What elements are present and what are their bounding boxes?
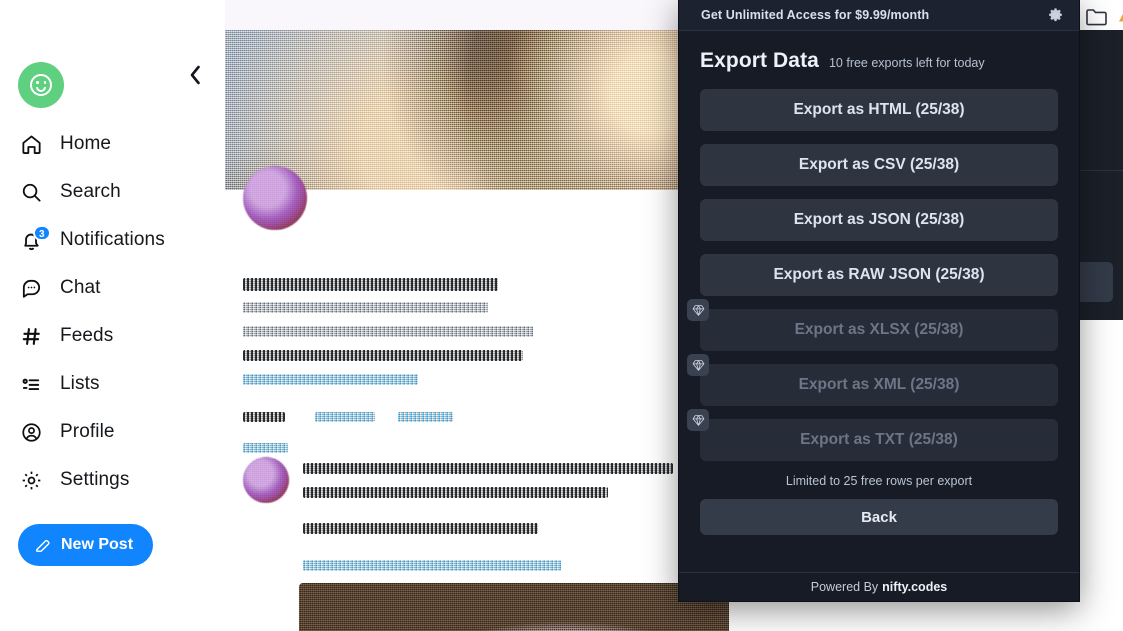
- screen: elp Export Li ew: [0, 0, 1123, 631]
- post-link-text[interactable]: [243, 374, 418, 385]
- sidebar-nav: Home Search 3 Notifications Chat Feeds L…: [0, 120, 225, 504]
- post-link-text[interactable]: [303, 560, 561, 571]
- export-button-label: Export as JSON (25/38): [793, 211, 965, 228]
- bell-icon: 3: [18, 225, 51, 253]
- post-body-text: [303, 463, 673, 474]
- sidebar-header: [18, 62, 208, 108]
- page-title: Export Data: [700, 49, 819, 72]
- gear-icon: [18, 467, 44, 493]
- export-json-button[interactable]: Export as JSON (25/38): [700, 199, 1058, 241]
- sidebar-item-profile[interactable]: Profile: [0, 408, 225, 456]
- new-post-button[interactable]: New Post: [18, 524, 154, 566]
- upgrade-banner-label[interactable]: Get Unlimited Access for $9.99/month: [701, 8, 929, 22]
- chat-bubble-icon: [18, 275, 44, 301]
- export-xml-button: Export as XML (25/38): [687, 354, 1058, 406]
- sidebar-item-label: Search: [60, 181, 121, 202]
- popup-header: Get Unlimited Access for $9.99/month: [679, 0, 1079, 31]
- new-post-label: New Post: [61, 536, 134, 553]
- post-meta-text: [315, 412, 375, 422]
- export-txt-button: Export as TXT (25/38): [687, 409, 1058, 461]
- hash-icon: [18, 323, 44, 349]
- sidebar-item-notifications[interactable]: 3 Notifications: [0, 216, 225, 264]
- post-avatar[interactable]: [243, 457, 289, 503]
- post-body-text: [243, 326, 533, 337]
- post-link-text[interactable]: [243, 443, 288, 453]
- free-exports-note: 10 free exports left for today: [828, 56, 985, 70]
- notification-badge: 3: [33, 225, 51, 241]
- export-raw-json-button[interactable]: Export as RAW JSON (25/38): [700, 254, 1058, 296]
- folder-icon[interactable]: [1086, 8, 1108, 31]
- sidebar: Home Search 3 Notifications Chat Feeds L…: [0, 0, 225, 631]
- export-xlsx-button: Export as XLSX (25/38): [687, 299, 1058, 351]
- list-icon: [18, 371, 44, 397]
- popup-title-row: Export Data 10 free exports left for tod…: [700, 31, 1058, 89]
- export-button-label: Export as HTML (25/38): [793, 101, 965, 118]
- brand-link[interactable]: nifty.codes: [882, 580, 947, 594]
- sidebar-item-label: Notifications: [60, 229, 165, 250]
- export-popup: Get Unlimited Access for $9.99/month Exp…: [679, 0, 1079, 601]
- sidebar-item-label: Chat: [60, 277, 101, 298]
- compose-icon: [34, 537, 51, 554]
- post-meta-text: [398, 412, 453, 422]
- sidebar-item-label: Lists: [60, 373, 100, 394]
- warning-icon[interactable]: [1118, 9, 1123, 28]
- export-button-label: Export as TXT (25/38): [800, 431, 958, 448]
- diamond-icon: [687, 354, 709, 376]
- chevron-left-icon[interactable]: [182, 62, 208, 88]
- sidebar-item-home[interactable]: Home: [0, 120, 225, 168]
- post-meta-text: [243, 412, 285, 422]
- post-body-text: [303, 487, 608, 498]
- home-icon: [18, 131, 44, 157]
- sidebar-item-chat[interactable]: Chat: [0, 264, 225, 312]
- post-body-text: [303, 523, 538, 534]
- popup-body: Export Data 10 free exports left for tod…: [679, 31, 1079, 572]
- export-html-button[interactable]: Export as HTML (25/38): [700, 89, 1058, 131]
- sidebar-item-label: Home: [60, 133, 112, 154]
- gear-icon[interactable]: [1045, 5, 1065, 25]
- diamond-icon: [687, 299, 709, 321]
- export-button-label: Export as CSV (25/38): [798, 156, 960, 173]
- sidebar-item-lists[interactable]: Lists: [0, 360, 225, 408]
- search-icon: [18, 179, 44, 205]
- post-avatar[interactable]: [243, 166, 307, 230]
- powered-by-label: Powered By: [810, 580, 879, 594]
- row-limit-note: Limited to 25 free rows per export: [785, 474, 973, 488]
- export-button-label: Export as RAW JSON (25/38): [773, 266, 985, 283]
- sidebar-item-label: Feeds: [60, 325, 114, 346]
- person-circle-icon: [18, 419, 44, 445]
- post-heading-text: [243, 278, 498, 291]
- avatar[interactable]: [18, 62, 64, 108]
- sidebar-item-feeds[interactable]: Feeds: [0, 312, 225, 360]
- back-button[interactable]: Back: [700, 499, 1058, 535]
- popup-footer: Powered By nifty.codes: [679, 572, 1079, 601]
- export-button-label: Export as XLSX (25/38): [794, 321, 964, 338]
- sidebar-item-label: Profile: [60, 421, 115, 442]
- sidebar-item-search[interactable]: Search: [0, 168, 225, 216]
- diamond-icon: [687, 409, 709, 431]
- post-body-text: [243, 350, 523, 361]
- post-photo[interactable]: [299, 583, 729, 631]
- export-csv-button[interactable]: Export as CSV (25/38): [700, 144, 1058, 186]
- sidebar-item-settings[interactable]: Settings: [0, 456, 225, 504]
- export-button-list: Export as HTML (25/38) Export as CSV (25/…: [687, 89, 1058, 461]
- post-body-text: [243, 302, 488, 313]
- sidebar-item-label: Settings: [60, 469, 130, 490]
- export-button-label: Export as XML (25/38): [798, 376, 960, 393]
